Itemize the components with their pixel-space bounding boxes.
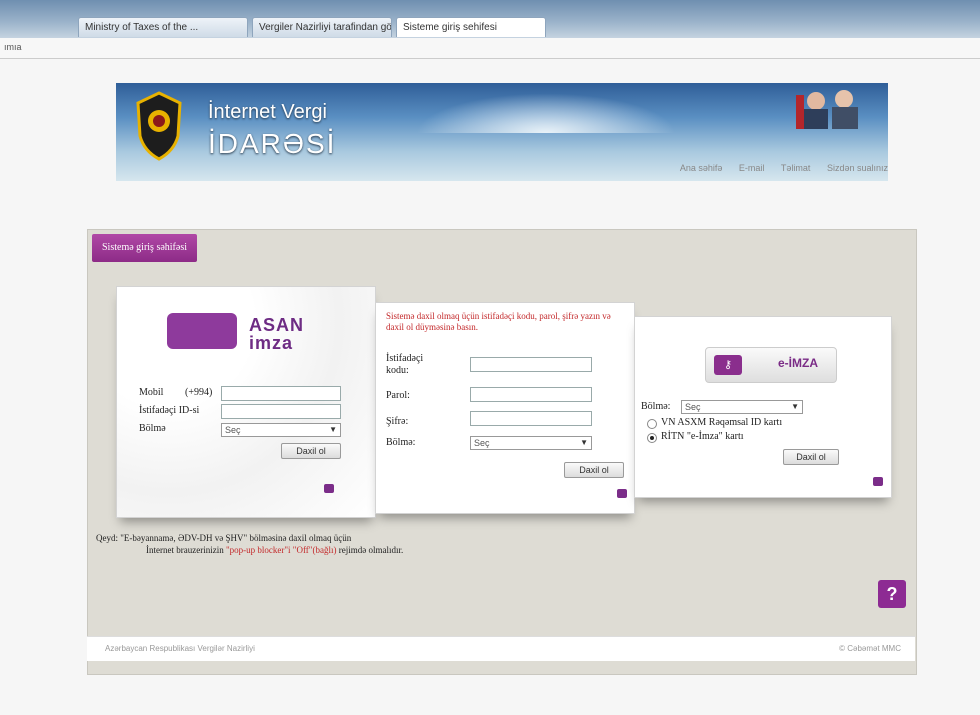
radio-ritn-label: RİTN "e-İmza" kartı	[661, 431, 744, 442]
address-fragment: ımıa	[4, 42, 22, 52]
login-instructions: Sistemə daxil olmaq üçün istifadəçi kodu…	[386, 311, 611, 332]
section-select[interactable]: Seç ▼	[681, 400, 803, 414]
note-line2: İnternet brauzerinizin "pop-up blocker"i…	[96, 544, 403, 556]
browser-tab-1[interactable]: Ministry of Taxes of the ...	[78, 17, 248, 37]
site-title-line2: İDARƏSİ	[208, 128, 337, 159]
note-text: rejimdə olmalıdır.	[336, 545, 404, 555]
tab-label: Ministry of Taxes of the ...	[85, 22, 199, 33]
chat-icon[interactable]	[873, 477, 883, 486]
pin-label: Şifrə:	[386, 416, 409, 427]
chat-icon[interactable]	[617, 489, 627, 498]
email-link[interactable]: E-mail	[739, 163, 765, 173]
userid-label: İstifadəçi ID-si	[139, 405, 200, 416]
key-icon: ⚷	[714, 355, 742, 375]
footer-right: © Cəbəmət MMC	[839, 644, 901, 653]
help-icon[interactable]: ?	[878, 580, 906, 608]
questions-link[interactable]: Sizdən sualınız	[827, 163, 888, 173]
section-label: Bölmə:	[386, 437, 416, 448]
user-code-input[interactable]	[470, 357, 592, 372]
password-login-card: Sistemə daxil olmaq üçün istifadəçi kodu…	[375, 302, 635, 514]
mobile-label: Mobil	[139, 387, 164, 398]
browser-tab-2[interactable]: Vergiler Nazirliyi tarafindan gö...	[252, 17, 392, 37]
manual-link[interactable]: Təlimat	[781, 163, 811, 173]
login-enter-button[interactable]: Daxil ol	[564, 462, 624, 478]
section-label: Bölmə:	[641, 401, 671, 412]
emblem-icon	[136, 91, 182, 161]
site-title-line1: İnternet Vergi	[208, 101, 327, 123]
header-links: Ana səhifə E-mail Təlimat Sizdən sualını…	[116, 163, 888, 181]
section-select-value: Seç	[474, 438, 490, 448]
section-select[interactable]: Seç ▼	[221, 423, 341, 437]
section-select[interactable]: Seç ▼	[470, 436, 592, 450]
browser-bar: Ministry of Taxes of the ... Vergiler Na…	[0, 0, 980, 38]
user-code-label: İstifadəçi kodu:	[386, 353, 424, 376]
mobile-input[interactable]	[221, 386, 341, 401]
imza-logo-text: imza	[249, 333, 294, 353]
section-select-value: Seç	[225, 425, 241, 435]
panel-tab: Sistemə giriş səhifəsi	[92, 234, 197, 262]
chevron-down-icon: ▼	[329, 425, 337, 434]
radio-asxm-label: VN ASXM Rəqəmsal ID kartı	[661, 417, 783, 428]
section-label: Bölmə	[139, 423, 166, 434]
radio-ritn[interactable]	[647, 433, 657, 443]
tab-label: Vergiler Nazirliyi tarafindan gö...	[259, 22, 392, 33]
eimza-enter-button[interactable]: Daxil ol	[783, 449, 839, 465]
officials-photo-icon	[796, 90, 858, 129]
e-imza-logo: ⚷ e-İMZA	[705, 347, 837, 383]
pin-input[interactable]	[470, 411, 592, 426]
asan-logo-icon	[167, 313, 237, 349]
footer: Azərbaycan Respublikası Vergilər Nazirli…	[87, 636, 915, 661]
address-row: ımıa	[0, 38, 980, 59]
browser-tab-active[interactable]: Sisteme giriş sehifesi	[396, 17, 546, 37]
e-imza-card: ⚷ e-İMZA Bölmə: Seç ▼ VN ASXM Rəqəmsal ID…	[634, 316, 892, 498]
asan-imza-card: ASAN imza Mobil (+994) İstifadəçi ID-si …	[116, 286, 376, 518]
country-prefix: (+994)	[185, 387, 213, 398]
e-imza-title: e-İMZA	[778, 356, 818, 370]
tab-label: Sisteme giriş sehifesi	[403, 22, 497, 33]
chevron-down-icon: ▼	[580, 438, 588, 447]
mountain-decoration	[416, 93, 676, 133]
login-panel: Sistemə giriş səhifəsi ASAN imza Mobil (…	[87, 229, 917, 675]
page: İnternet Vergi İDARƏSİ Ana səhifə E-mail…	[0, 59, 980, 715]
password-input[interactable]	[470, 387, 592, 402]
asan-enter-button[interactable]: Daxil ol	[281, 443, 341, 459]
chevron-down-icon: ▼	[791, 402, 799, 411]
footer-left: Azərbaycan Respublikası Vergilər Nazirli…	[105, 644, 255, 653]
note-line1: Qeyd: "E-bəyannamə, ƏDV-DH və ŞHV" bölmə…	[96, 533, 352, 543]
note: Qeyd: "E-bəyannamə, ƏDV-DH və ŞHV" bölmə…	[96, 532, 403, 556]
section-select-value: Seç	[685, 402, 701, 412]
note-highlight: "pop-up blocker"i "Off"(bağlı)	[225, 545, 337, 555]
chat-icon[interactable]	[324, 484, 334, 493]
home-link[interactable]: Ana səhifə	[680, 163, 723, 173]
password-label: Parol:	[386, 390, 410, 401]
userid-input[interactable]	[221, 404, 341, 419]
radio-asxm[interactable]	[647, 419, 657, 429]
note-text: İnternet brauzerinizin	[146, 545, 226, 555]
